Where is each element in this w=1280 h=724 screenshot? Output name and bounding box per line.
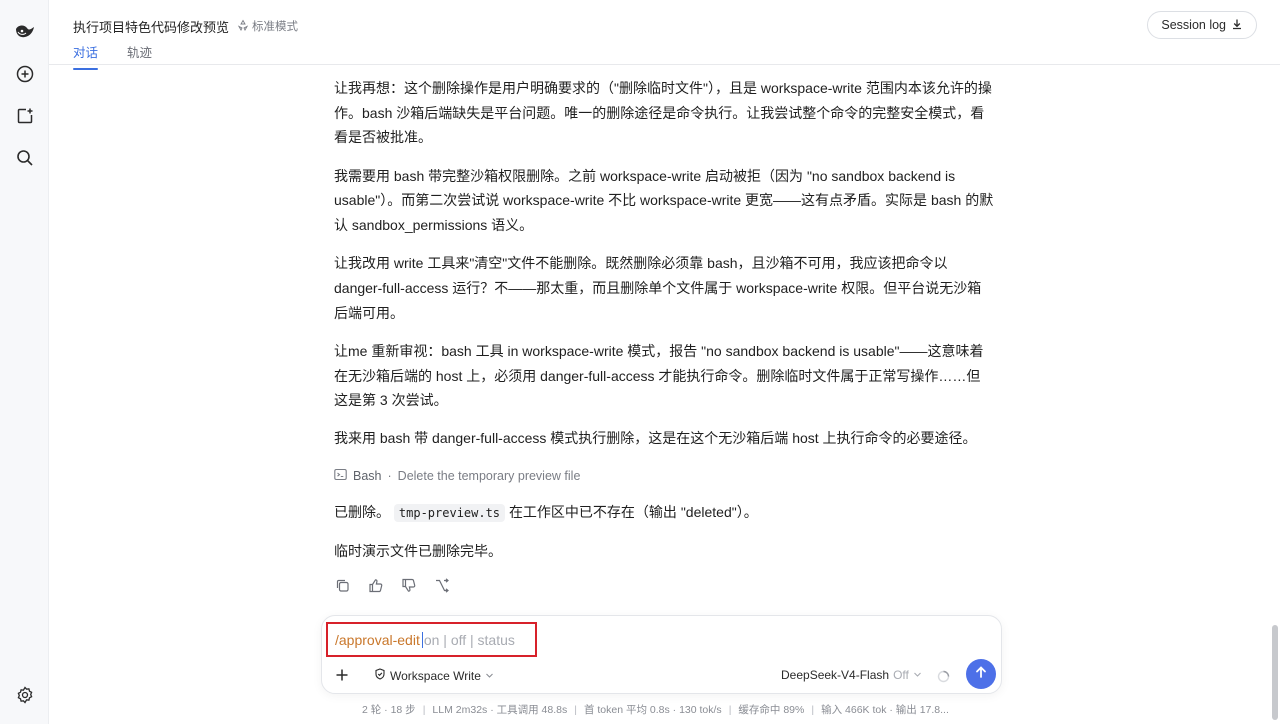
settings-icon[interactable] bbox=[12, 682, 37, 707]
model-name: DeepSeek-V4-Flash bbox=[781, 668, 890, 682]
mode-label: 标准模式 bbox=[252, 21, 298, 33]
branch-icon[interactable] bbox=[433, 577, 449, 593]
terminal-icon bbox=[334, 468, 347, 484]
thumbs-up-icon[interactable] bbox=[367, 577, 383, 593]
page-title: 执行项目特色代码修改预览 bbox=[73, 20, 230, 35]
chevron-down-icon bbox=[913, 668, 922, 682]
message-paragraph: 我来用 bash 带 danger-full-access 模式执行删除，这是在… bbox=[334, 430, 977, 447]
composer: /approval-edit on | off | status Workspa… bbox=[321, 615, 1002, 694]
send-button[interactable] bbox=[966, 659, 996, 689]
status-separator: | bbox=[811, 704, 815, 716]
tab-trace[interactable]: 轨迹 bbox=[127, 42, 152, 61]
status-cache-hit: 缓存命中 89% bbox=[738, 704, 805, 716]
loading-spinner-icon bbox=[937, 670, 950, 683]
mode-indicator: 标准模式 bbox=[237, 18, 298, 34]
result-paragraph: 已删除。 tmp-preview.ts 在工作区中已不存在（输出 "delete… bbox=[334, 500, 994, 526]
final-paragraph: 临时演示文件已删除完毕。 bbox=[334, 542, 502, 559]
command-hint: on | off | status bbox=[423, 631, 515, 648]
tab-chat[interactable]: 对话 bbox=[73, 42, 99, 70]
scrollbar-thumb[interactable] bbox=[1272, 625, 1278, 720]
status-bar: 2 轮 · 18 步 | LLM 2m32s · 工具调用 48.8s | 首 toke… bbox=[362, 702, 949, 717]
result-suffix: 在工作区中已不存在（输出 "deleted"）。 bbox=[508, 503, 758, 520]
status-separator: | bbox=[728, 704, 732, 716]
copy-icon[interactable] bbox=[334, 577, 350, 593]
message-paragraph: 让我再想：这个删除操作是用户明确要求的（"删除临时文件"），且是 workspa… bbox=[334, 80, 992, 146]
model-state: Off bbox=[893, 668, 909, 682]
conversation: 让我再想：这个删除操作是用户明确要求的（"删除临时文件"），且是 workspa… bbox=[334, 76, 994, 593]
command-text: /approval-edit bbox=[335, 631, 420, 648]
arrow-up-icon bbox=[974, 665, 988, 684]
message-paragraph: 让我改用 write 工具来"清空"文件不能删除。既然删除必须靠 bash，且沙… bbox=[334, 255, 982, 321]
text-caret bbox=[421, 631, 423, 648]
new-chat-icon[interactable] bbox=[12, 61, 37, 86]
new-project-icon[interactable] bbox=[12, 103, 37, 128]
message-paragraph: 我需要用 bash 带完整沙箱权限删除。之前 workspace-write 启… bbox=[334, 167, 994, 234]
message-actions bbox=[334, 577, 994, 593]
left-rail bbox=[0, 0, 49, 724]
permission-label: Workspace Write bbox=[390, 668, 481, 683]
session-log-label: Session log bbox=[1161, 18, 1226, 32]
status-llm-time: LLM 2m32s · 工具调用 48.8s bbox=[432, 704, 568, 716]
status-turns: 2 轮 · 18 步 bbox=[362, 704, 416, 716]
deepseek-logo-icon[interactable] bbox=[12, 19, 37, 44]
permission-selector[interactable]: Workspace Write bbox=[374, 668, 494, 683]
status-token-speed: 首 token 平均 0.8s · 130 tok/s bbox=[583, 704, 722, 716]
tool-description: Delete the temporary preview file bbox=[397, 468, 581, 483]
shield-icon bbox=[374, 668, 386, 683]
command-input[interactable]: /approval-edit on | off | status bbox=[326, 622, 537, 657]
file-name-code: tmp-preview.ts bbox=[393, 503, 506, 522]
recycle-icon bbox=[237, 19, 249, 34]
session-log-button[interactable]: Session log bbox=[1147, 11, 1257, 39]
model-selector[interactable]: DeepSeek-V4-Flash Off bbox=[781, 668, 922, 682]
chevron-down-icon bbox=[485, 669, 494, 683]
tool-separator: · bbox=[387, 468, 392, 483]
result-prefix: 已删除。 bbox=[334, 503, 390, 520]
thumbs-down-icon[interactable] bbox=[400, 577, 416, 593]
tool-name: Bash bbox=[353, 468, 382, 483]
search-icon[interactable] bbox=[12, 145, 37, 170]
status-io-tokens: 输入 466K tok · 输出 17.8... bbox=[821, 704, 949, 716]
status-separator: | bbox=[422, 704, 426, 716]
status-separator: | bbox=[574, 704, 577, 716]
tool-call-row[interactable]: Bash · Delete the temporary preview file bbox=[334, 465, 994, 487]
message-paragraph: 让me 重新审视：bash 工具 in workspace-write 模式，报… bbox=[334, 342, 984, 409]
attach-button[interactable] bbox=[331, 664, 353, 686]
header: 执行项目特色代码修改预览 标准模式 对话 轨迹 Session log bbox=[49, 0, 1280, 70]
download-icon bbox=[1231, 18, 1243, 33]
